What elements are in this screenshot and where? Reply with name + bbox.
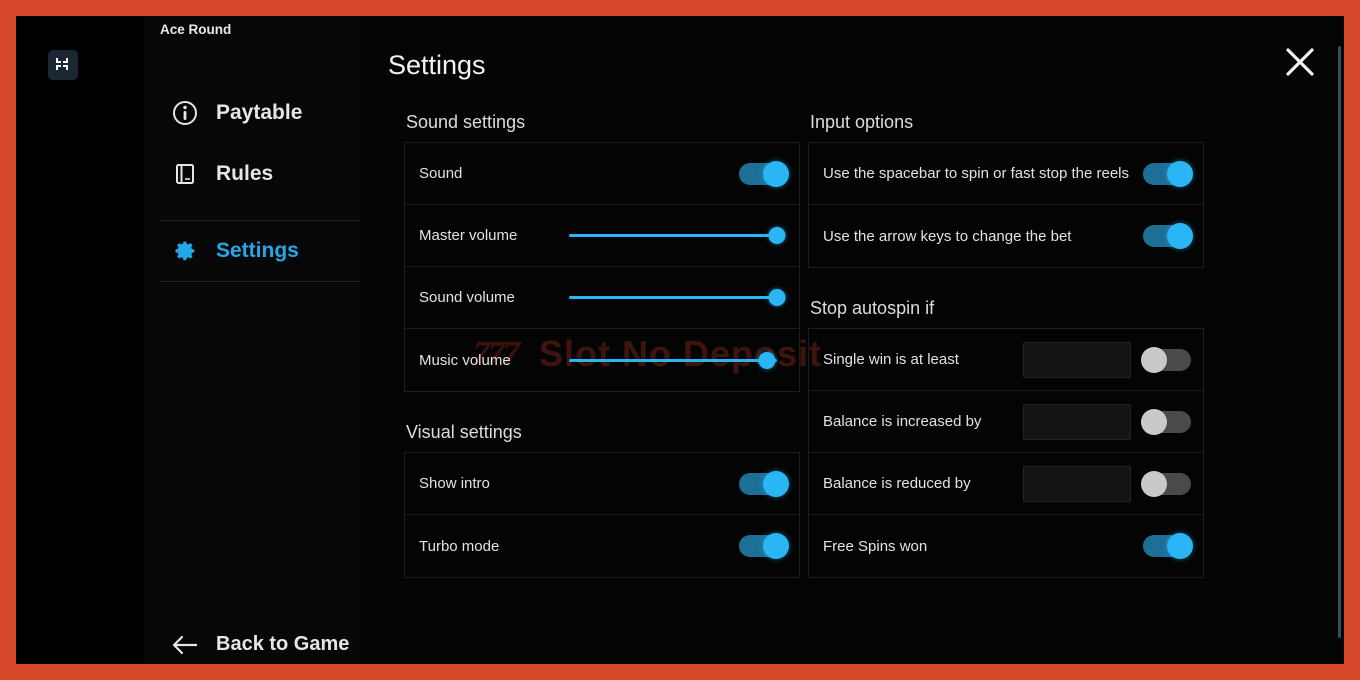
input-balance-increased-by[interactable] <box>1023 403 1131 440</box>
sidebar-item-settings[interactable]: Settings <box>144 220 360 281</box>
slider-thumb[interactable] <box>768 227 786 244</box>
slider-track <box>569 234 777 237</box>
sidebar-item-label: Settings <box>216 238 299 262</box>
sidebar: Ace Round Paytable Rules Settings Back t… <box>144 16 360 664</box>
toggle-knob <box>1141 470 1167 497</box>
settings-column-left: Sound settings Sound Master volume Sound… <box>404 112 800 608</box>
section-sound-settings: Sound settings Sound Master volume Sound… <box>404 112 800 392</box>
vertical-scrollbar[interactable] <box>1338 46 1341 638</box>
page-title: Settings <box>388 50 486 80</box>
toggle-knob <box>1167 223 1193 249</box>
game-window: 17:42 Ace Round <box>16 16 1344 664</box>
section-heading: Visual settings <box>406 422 522 442</box>
collapse-fullscreen-button[interactable] <box>48 50 78 80</box>
setting-label: Turbo mode <box>419 537 500 555</box>
section-heading: Input options <box>810 112 914 132</box>
setting-label: Music volume <box>419 351 511 369</box>
toggle-knob <box>1167 533 1193 559</box>
sidebar-item-label: Rules <box>216 161 274 185</box>
toggle-turbo-mode[interactable] <box>739 533 789 559</box>
setting-row-sound[interactable]: Sound <box>405 143 799 205</box>
setting-label: Master volume <box>419 227 518 244</box>
setting-row-free-spins-won[interactable]: Free Spins won <box>809 515 1203 577</box>
section-visual-settings: Visual settings Show intro Turbo mode <box>404 422 800 578</box>
toggle-sound[interactable] <box>739 160 789 187</box>
toggle-show-intro[interactable] <box>739 470 789 497</box>
section-input-options: Input options Use the spacebar to spin o… <box>808 112 1204 268</box>
input-balance-reduced-by[interactable] <box>1023 465 1131 502</box>
toggle-knob <box>1167 160 1193 187</box>
arrow-left-icon <box>170 634 200 656</box>
setting-row-spacebar-spin[interactable]: Use the spacebar to spin or fast stop th… <box>809 143 1203 205</box>
setting-label: Sound <box>419 165 463 182</box>
sidebar-item-paytable[interactable]: Paytable <box>144 82 360 143</box>
collapse-fullscreen-icon <box>54 56 72 74</box>
toggle-spacebar-spin[interactable] <box>1143 160 1193 187</box>
input-single-win-at-least[interactable] <box>1023 341 1131 378</box>
slider-track <box>569 358 777 362</box>
close-icon <box>1282 48 1318 84</box>
gear-icon <box>170 239 200 263</box>
game-title: Ace Round <box>160 22 232 37</box>
setting-label: Free Spins won <box>823 537 928 555</box>
toggle-single-win-at-least[interactable] <box>1141 346 1191 373</box>
back-to-game-button[interactable]: Back to Game <box>144 633 360 656</box>
sidebar-item-rules[interactable]: Rules <box>144 143 360 204</box>
slider-music-volume[interactable] <box>569 349 777 371</box>
back-to-game-label: Back to Game <box>216 633 350 655</box>
setting-label: Show intro <box>419 475 490 492</box>
setting-row-sound-volume[interactable]: Sound volume <box>405 267 799 329</box>
setting-row-balance-increased-by[interactable]: Balance is increased by <box>809 391 1203 453</box>
book-icon <box>170 162 200 186</box>
toggle-knob <box>763 470 789 497</box>
sidebar-divider-bottom <box>160 281 360 282</box>
toggle-knob <box>1141 408 1167 435</box>
setting-label: Balance is reduced by <box>823 475 971 492</box>
section-heading: Sound settings <box>406 112 526 132</box>
toggle-balance-increased-by[interactable] <box>1141 408 1191 435</box>
toggle-arrow-keys-bet[interactable] <box>1143 223 1193 249</box>
slider-thumb[interactable] <box>758 351 776 369</box>
settings-panel: Settings 777 Slot No Deposit Sound setti… <box>360 16 1344 664</box>
section-stop-autospin: Stop autospin if Single win is at least … <box>808 298 1204 578</box>
setting-row-turbo-mode[interactable]: Turbo mode <box>405 515 799 577</box>
setting-label: Use the spacebar to spin or fast stop th… <box>823 165 1129 182</box>
toggle-knob <box>1141 346 1167 373</box>
toggle-knob <box>763 160 789 187</box>
settings-column-right: Input options Use the spacebar to spin o… <box>808 112 1204 608</box>
setting-row-show-intro[interactable]: Show intro <box>405 453 799 515</box>
setting-row-arrow-keys-bet[interactable]: Use the arrow keys to change the bet <box>809 205 1203 267</box>
slider-sound-volume[interactable] <box>569 287 786 309</box>
slider-thumb[interactable] <box>768 289 786 306</box>
toggle-free-spins-won[interactable] <box>1143 533 1193 559</box>
slider-master-volume[interactable] <box>569 225 786 247</box>
setting-row-balance-reduced-by[interactable]: Balance is reduced by <box>809 453 1203 515</box>
slider-track <box>569 296 777 299</box>
info-circle-icon <box>170 100 200 126</box>
toggle-knob <box>763 533 789 559</box>
sidebar-item-label: Paytable <box>216 100 303 124</box>
setting-row-master-volume[interactable]: Master volume <box>405 205 799 267</box>
section-heading: Stop autospin if <box>810 298 935 318</box>
setting-row-single-win-at-least[interactable]: Single win is at least <box>809 329 1203 391</box>
setting-label: Sound volume <box>419 289 515 306</box>
setting-label: Balance is increased by <box>823 413 982 430</box>
close-button[interactable] <box>1282 44 1318 80</box>
setting-label: Use the arrow keys to change the bet <box>823 227 1072 245</box>
setting-label: Single win is at least <box>823 351 959 368</box>
toggle-balance-reduced-by[interactable] <box>1141 470 1191 497</box>
setting-row-music-volume[interactable]: Music volume <box>405 329 799 391</box>
